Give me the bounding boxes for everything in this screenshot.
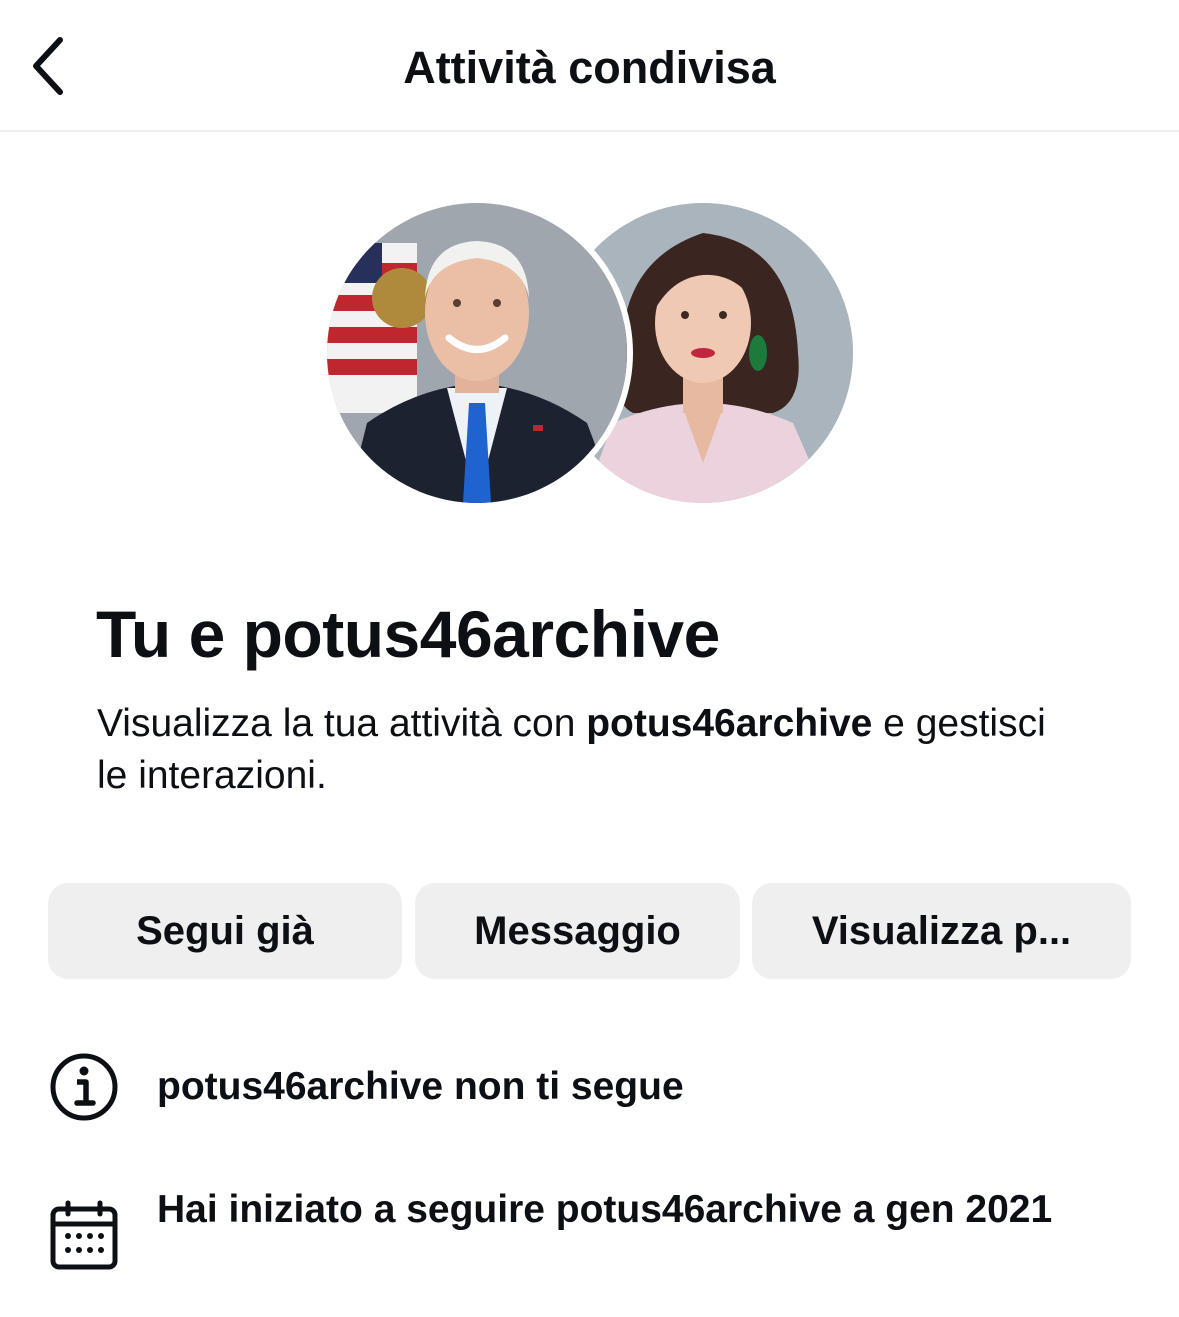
header-bar: Attività condivisa — [0, 0, 1179, 132]
view-profile-button[interactable]: Visualizza p... — [752, 883, 1131, 979]
not-following-info: potus46archive non ti segue — [48, 1051, 1128, 1123]
calendar-icon — [50, 1200, 118, 1270]
description-prefix: Visualizza la tua attività con — [97, 702, 587, 745]
page-title: Attività condivisa — [403, 42, 776, 93]
action-buttons: Segui già Messaggio Visualizza p... — [48, 883, 1131, 979]
profile-photo — [327, 203, 627, 503]
shared-activity-description: Visualizza la tua attività con potus46ar… — [97, 698, 1057, 802]
following-since-text: Hai iniziato a seguire potus46archive a … — [157, 1188, 1053, 1231]
description-username: potus46archive — [586, 702, 873, 745]
following-since-info: Hai iniziato a seguire potus46archive a … — [48, 1186, 1128, 1296]
following-button[interactable]: Segui già — [48, 883, 402, 979]
not-following-text: potus46archive non ti segue — [157, 1065, 684, 1108]
message-button[interactable]: Messaggio — [415, 883, 740, 979]
shared-activity-heading: Tu e potus46archive — [96, 597, 720, 671]
info-icon — [50, 1053, 118, 1121]
avatar-potus46archive[interactable] — [321, 197, 633, 509]
